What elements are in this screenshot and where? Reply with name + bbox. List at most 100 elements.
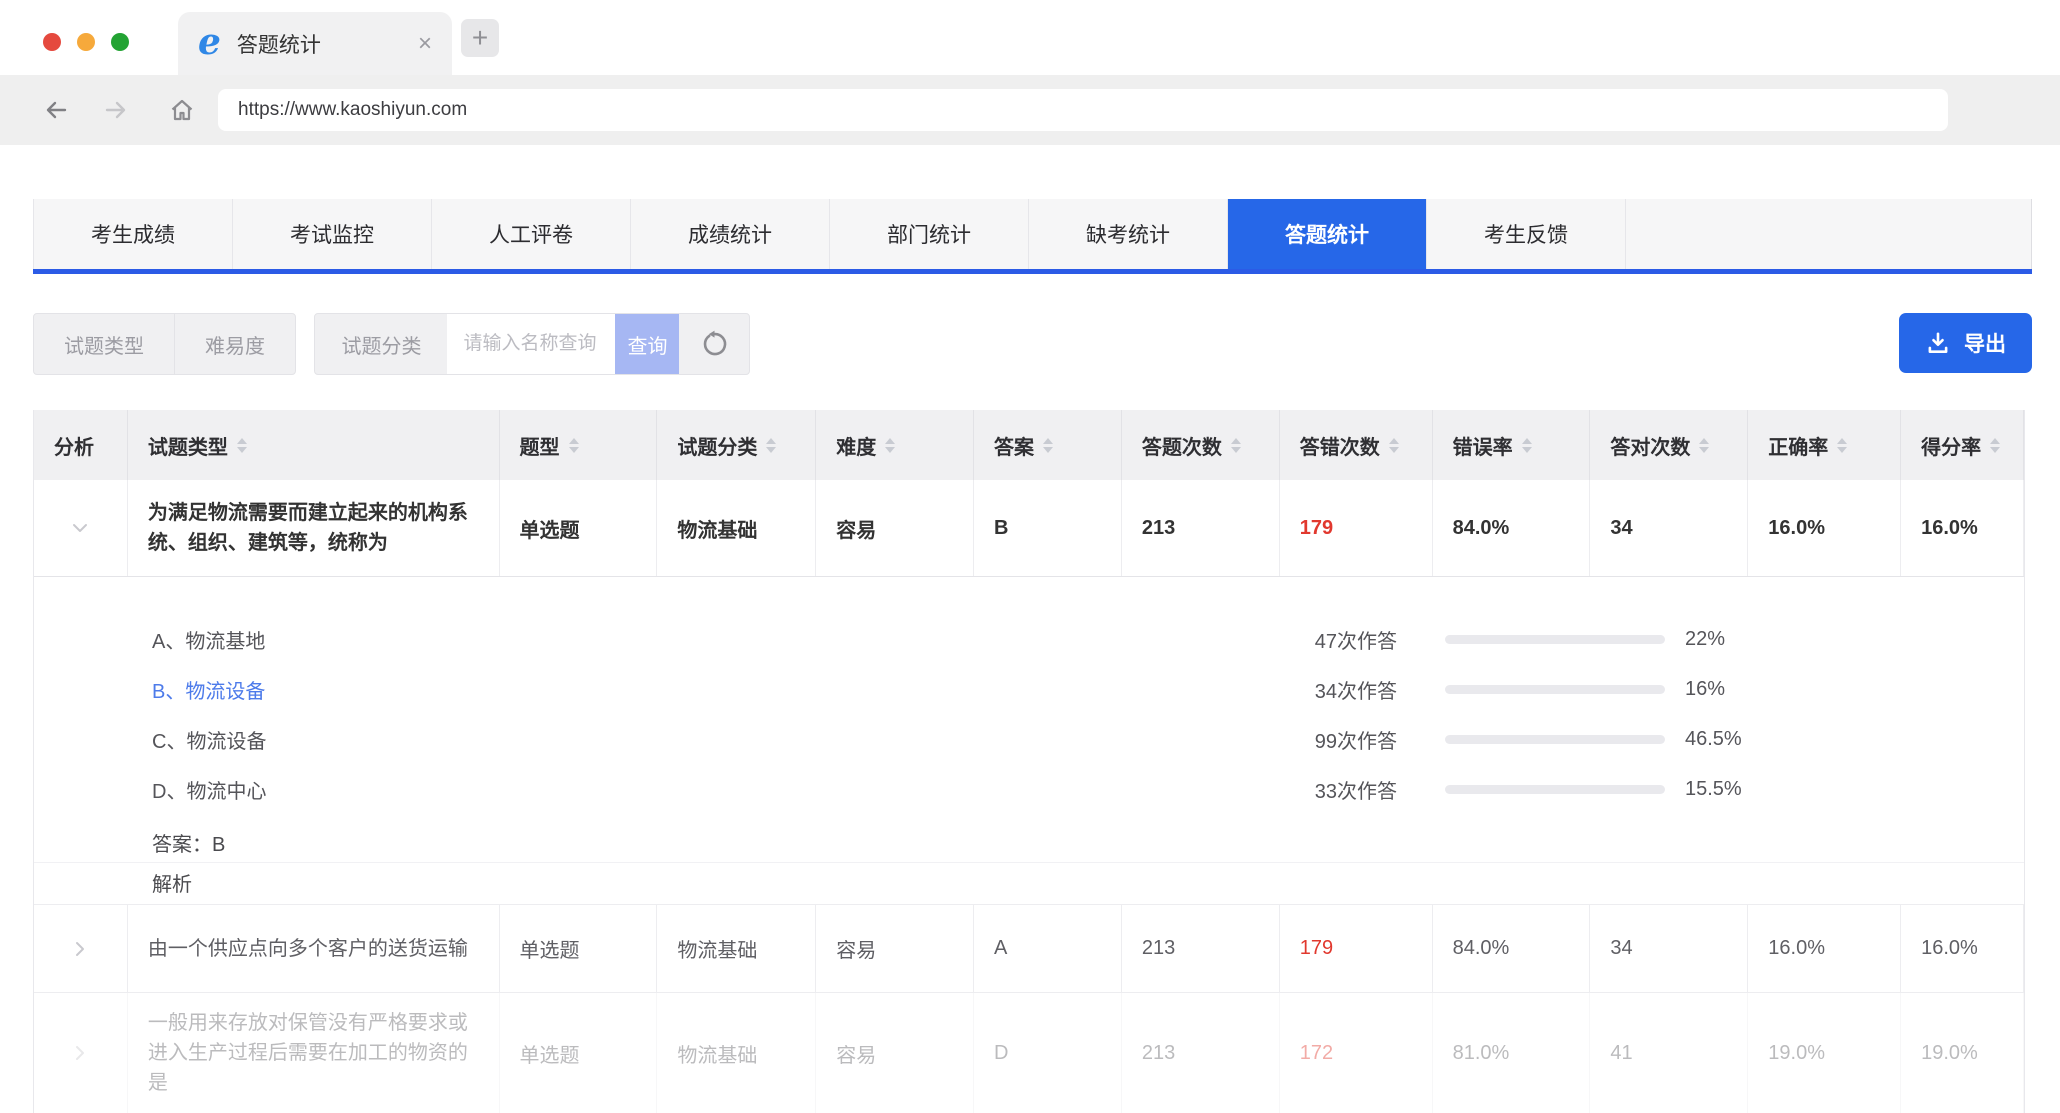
filter-bar: 试题类型 难易度 试题分类 查询 导出 xyxy=(33,313,2032,375)
search-input[interactable] xyxy=(447,314,616,374)
right-count: 34 xyxy=(1590,905,1749,992)
option-d-bar xyxy=(1445,784,1665,794)
forward-icon[interactable] xyxy=(102,96,130,124)
refresh-button[interactable] xyxy=(679,314,749,374)
tab-absence-statistics[interactable]: 缺考统计 xyxy=(1029,199,1228,269)
col-answer[interactable]: 答案 xyxy=(974,410,1122,480)
sort-icon[interactable] xyxy=(766,437,777,453)
right-rate: 16.0% xyxy=(1748,480,1902,576)
sort-icon[interactable] xyxy=(236,437,247,453)
tab-department-statistics[interactable]: 部门统计 xyxy=(830,199,1029,269)
home-icon[interactable] xyxy=(168,96,196,124)
attempt-count: 213 xyxy=(1122,993,1280,1113)
tab-close-icon[interactable]: × xyxy=(418,31,432,56)
col-type[interactable]: 题型 xyxy=(500,410,658,480)
download-icon xyxy=(1928,332,1948,353)
tab-examinee-feedback[interactable]: 考生反馈 xyxy=(1427,199,1626,269)
browser-tab[interactable]: e 答题统计 × xyxy=(178,12,452,75)
question-difficulty: 容易 xyxy=(816,993,975,1113)
option-a-percent: 22% xyxy=(1685,627,1726,650)
col-right-rate[interactable]: 正确率 xyxy=(1748,410,1902,480)
col-analysis: 分析 xyxy=(34,410,128,480)
question-text: 由一个供应点向多个客户的送货运输 xyxy=(128,905,500,992)
question-difficulty: 容易 xyxy=(816,480,975,576)
col-attempts[interactable]: 答题次数 xyxy=(1122,410,1280,480)
col-difficulty[interactable]: 难度 xyxy=(816,410,975,480)
table-header: 分析 试题类型 题型 试题分类 难度 答案 答题次数 答错次数 错误率 答对次数… xyxy=(34,410,2024,480)
nav-active-underline xyxy=(33,269,2032,274)
question-text: 为满足物流需要而建立起来的机构系统、组织、建筑等，统称为 xyxy=(128,480,500,576)
new-tab-button[interactable]: + xyxy=(461,19,499,57)
filter-dropdown-group: 试题类型 难易度 xyxy=(33,313,296,375)
table-row[interactable]: 一般用来存放对保管没有严格要求或进入生产过程后需要在加工的物资的是 单选题 物流… xyxy=(34,993,2024,1113)
tab-examinee-scores[interactable]: 考生成绩 xyxy=(34,199,233,269)
question-detail: A、物流基地 47次作答 22% B、物流设备 34次作答 16% C、物流设备… xyxy=(34,577,2024,905)
right-rate: 19.0% xyxy=(1748,993,1902,1113)
col-question[interactable]: 试题类型 xyxy=(128,410,500,480)
minimize-window-button[interactable] xyxy=(77,33,95,51)
sort-icon[interactable] xyxy=(1521,437,1532,453)
export-button[interactable]: 导出 xyxy=(1899,313,2032,373)
score-rate: 16.0% xyxy=(1901,905,2024,992)
question-type: 单选题 xyxy=(500,993,658,1113)
option-b-bar xyxy=(1445,684,1665,694)
tab-answer-statistics[interactable]: 答题统计 xyxy=(1228,199,1427,269)
option-row: D、物流中心 33次作答 15.5% xyxy=(34,764,2024,814)
back-icon[interactable] xyxy=(42,96,70,124)
tab-exam-monitoring[interactable]: 考试监控 xyxy=(233,199,432,269)
wrong-rate: 84.0% xyxy=(1433,905,1591,992)
browser-tab-title: 答题统计 xyxy=(236,33,321,57)
expand-toggle[interactable] xyxy=(34,993,128,1113)
attempt-count: 213 xyxy=(1122,480,1280,576)
analysis-label[interactable]: 解析 xyxy=(34,862,2024,902)
option-a-count: 47次作答 xyxy=(1314,630,1397,653)
option-c-percent: 46.5% xyxy=(1685,727,1742,750)
sort-icon[interactable] xyxy=(1043,437,1054,453)
sort-icon[interactable] xyxy=(1699,437,1710,453)
question-type: 单选题 xyxy=(500,905,658,992)
col-wrong-rate[interactable]: 错误率 xyxy=(1433,410,1591,480)
expand-toggle[interactable] xyxy=(34,905,128,992)
chevron-down-icon xyxy=(73,524,88,532)
sort-icon[interactable] xyxy=(1388,437,1399,453)
sort-icon[interactable] xyxy=(885,437,896,453)
col-wrong[interactable]: 答错次数 xyxy=(1280,410,1433,480)
url-text: https://www.kaoshiyun.com xyxy=(238,99,468,120)
question-type-filter[interactable]: 试题类型 xyxy=(34,314,174,374)
sort-icon[interactable] xyxy=(568,437,579,453)
table-row[interactable]: 为满足物流需要而建立起来的机构系统、组织、建筑等，统称为 单选题 物流基础 容易… xyxy=(34,480,2024,577)
attempt-count: 213 xyxy=(1122,905,1280,992)
option-a-bar xyxy=(1445,634,1665,644)
answer-statistics-table: 分析 试题类型 题型 试题分类 难度 答案 答题次数 答错次数 错误率 答对次数… xyxy=(33,410,2025,1113)
col-category[interactable]: 试题分类 xyxy=(657,410,817,480)
sort-icon[interactable] xyxy=(1230,437,1241,453)
query-button[interactable]: 查询 xyxy=(615,314,680,374)
chevron-right-icon xyxy=(76,941,85,956)
maximize-window-button[interactable] xyxy=(111,33,129,51)
table-row[interactable]: 由一个供应点向多个客户的送货运输 单选题 物流基础 容易 A 213 179 8… xyxy=(34,905,2024,993)
close-window-button[interactable] xyxy=(43,33,61,51)
sort-icon[interactable] xyxy=(1837,437,1848,453)
wrong-count: 179 xyxy=(1280,905,1433,992)
tab-score-statistics[interactable]: 成绩统计 xyxy=(631,199,830,269)
option-d: D、物流中心 xyxy=(152,780,267,803)
score-rate: 16.0% xyxy=(1901,480,2024,576)
col-score-rate[interactable]: 得分率 xyxy=(1901,410,2024,480)
wrong-count: 172 xyxy=(1280,993,1433,1113)
collapse-toggle[interactable] xyxy=(34,480,128,576)
wrong-rate: 81.0% xyxy=(1433,993,1591,1113)
score-rate: 19.0% xyxy=(1901,993,2024,1113)
option-b: B、物流设备 xyxy=(152,680,266,703)
category-filter[interactable]: 试题分类 xyxy=(315,314,447,374)
chevron-right-icon xyxy=(76,1046,85,1060)
sort-icon[interactable] xyxy=(1990,437,2001,453)
difficulty-filter[interactable]: 难易度 xyxy=(174,314,295,374)
tab-manual-grading[interactable]: 人工评卷 xyxy=(432,199,631,269)
option-row: A、物流基地 47次作答 22% xyxy=(34,614,2024,664)
col-right[interactable]: 答对次数 xyxy=(1590,410,1749,480)
page-nav: 考生成绩 考试监控 人工评卷 成绩统计 部门统计 缺考统计 答题统计 考生反馈 xyxy=(33,199,2032,274)
address-bar[interactable]: https://www.kaoshiyun.com xyxy=(218,89,1948,131)
option-c-bar xyxy=(1445,734,1665,744)
correct-answer: B xyxy=(974,480,1122,576)
option-a: A、物流基地 xyxy=(152,630,266,653)
